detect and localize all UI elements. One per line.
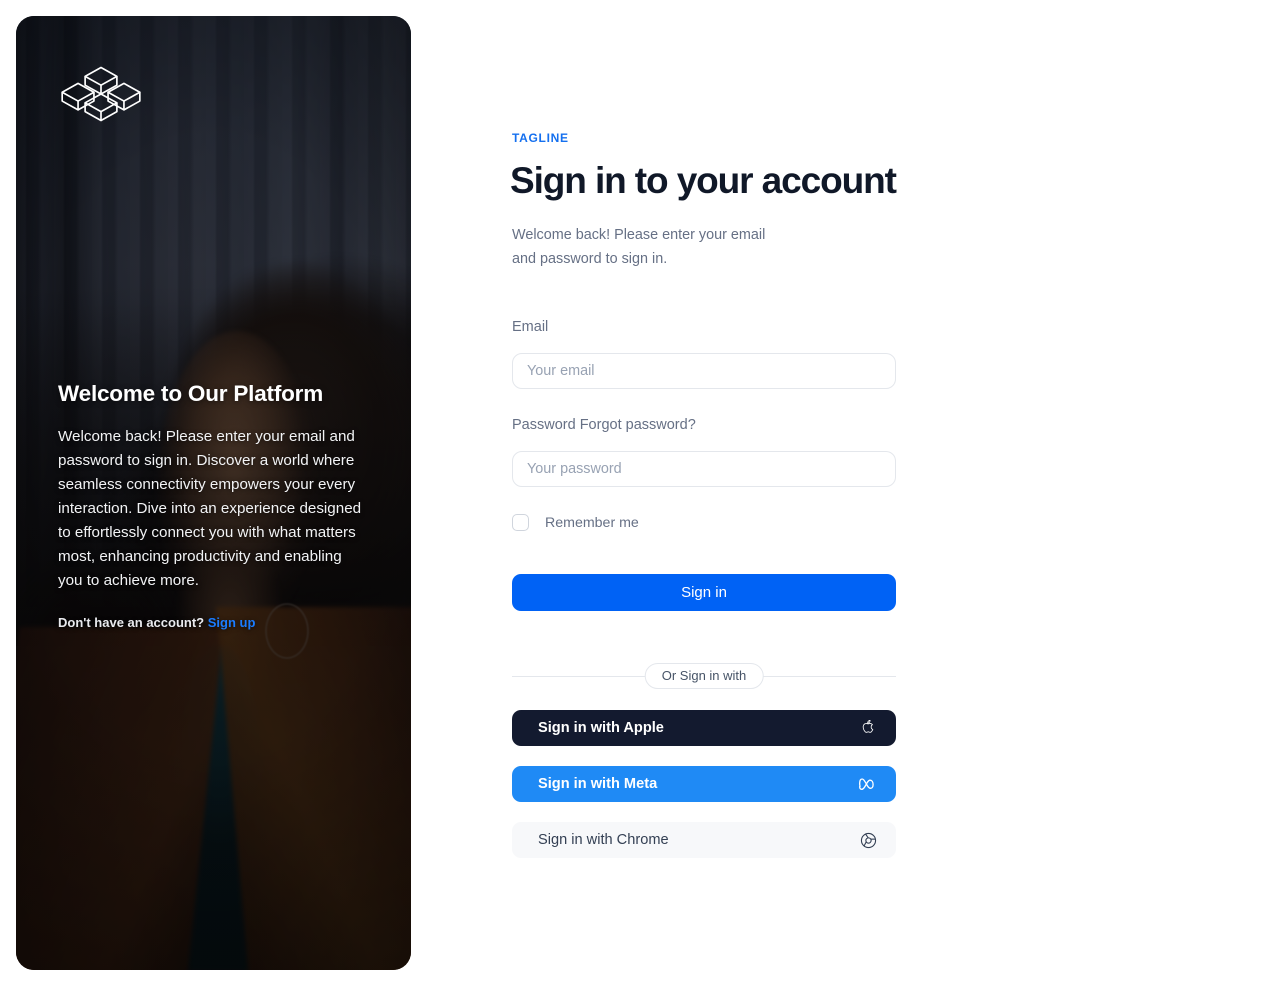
password-label: Password bbox=[512, 417, 576, 433]
hero-content: Welcome to Our Platform Welcome back! Pl… bbox=[16, 16, 411, 970]
chrome-button-label: Sign in with Chrome bbox=[538, 832, 669, 848]
cubes-cluster-logo-icon bbox=[58, 64, 144, 124]
hero-title: Welcome to Our Platform bbox=[58, 381, 324, 406]
chrome-icon bbox=[858, 830, 878, 850]
apple-icon bbox=[858, 718, 878, 738]
password-input[interactable] bbox=[512, 451, 896, 487]
apple-button-label: Sign in with Apple bbox=[538, 720, 664, 736]
sign-in-button[interactable]: Sign in bbox=[512, 574, 896, 611]
sign-in-with-meta-button[interactable]: Sign in with Meta bbox=[512, 766, 896, 802]
sign-in-with-chrome-button[interactable]: Sign in with Chrome bbox=[512, 822, 896, 858]
signin-page: Welcome to Our Platform Welcome back! Pl… bbox=[0, 0, 1280, 988]
email-label: Email bbox=[512, 319, 549, 335]
hero-signup-prompt: Don't have an account? bbox=[58, 615, 205, 630]
signup-link[interactable]: Sign up bbox=[208, 615, 256, 630]
remember-me-row[interactable]: Remember me bbox=[512, 514, 639, 531]
sign-in-with-apple-button[interactable]: Sign in with Apple bbox=[512, 710, 896, 746]
page-subtitle: Welcome back! Please enter your email an… bbox=[512, 227, 766, 267]
divider-label: Or Sign in with bbox=[644, 663, 764, 689]
remember-me-checkbox[interactable] bbox=[512, 514, 529, 531]
forgot-password-link[interactable]: Forgot password? bbox=[580, 417, 696, 433]
page-title: Sign in to your account bbox=[510, 160, 897, 201]
meta-icon bbox=[858, 774, 878, 794]
meta-button-label: Sign in with Meta bbox=[538, 776, 658, 792]
remember-me-label: Remember me bbox=[545, 514, 639, 531]
social-divider: Or Sign in with bbox=[512, 663, 896, 689]
email-input[interactable] bbox=[512, 353, 896, 389]
hero-panel: Welcome to Our Platform Welcome back! Pl… bbox=[16, 16, 411, 970]
hero-body: Welcome back! Please enter your email an… bbox=[58, 428, 362, 589]
hero-text-block: Welcome to Our Platform Welcome back! Pl… bbox=[58, 380, 375, 630]
tagline: TAGLINE bbox=[512, 131, 569, 145]
hero-signup-row: Don't have an account? Sign up bbox=[58, 615, 375, 630]
password-label-row: Password Forgot password? bbox=[512, 417, 696, 433]
